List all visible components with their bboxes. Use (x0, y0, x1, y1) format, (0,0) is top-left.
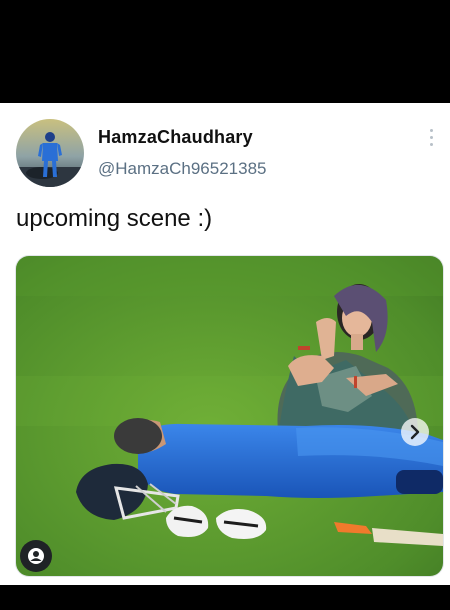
cricket-scene-illustration (16, 256, 443, 576)
person-circle-icon[interactable] (20, 540, 52, 572)
cricketer-avatar-icon (16, 119, 84, 187)
chevron-right-icon[interactable] (401, 418, 429, 446)
more-vertical-icon[interactable] (426, 129, 436, 151)
top-black-band (0, 0, 450, 103)
user-handle[interactable]: @HamzaCh96521385 (98, 159, 266, 179)
display-name[interactable]: HamzaChaudhary (98, 127, 253, 148)
tweet-card[interactable]: HamzaChaudhary @HamzaCh96521385 upcoming… (0, 103, 450, 585)
tweet-media-image[interactable] (15, 255, 444, 577)
tweet-text: upcoming scene :) (16, 205, 213, 232)
bottom-black-band (0, 585, 450, 610)
avatar[interactable] (16, 119, 84, 187)
